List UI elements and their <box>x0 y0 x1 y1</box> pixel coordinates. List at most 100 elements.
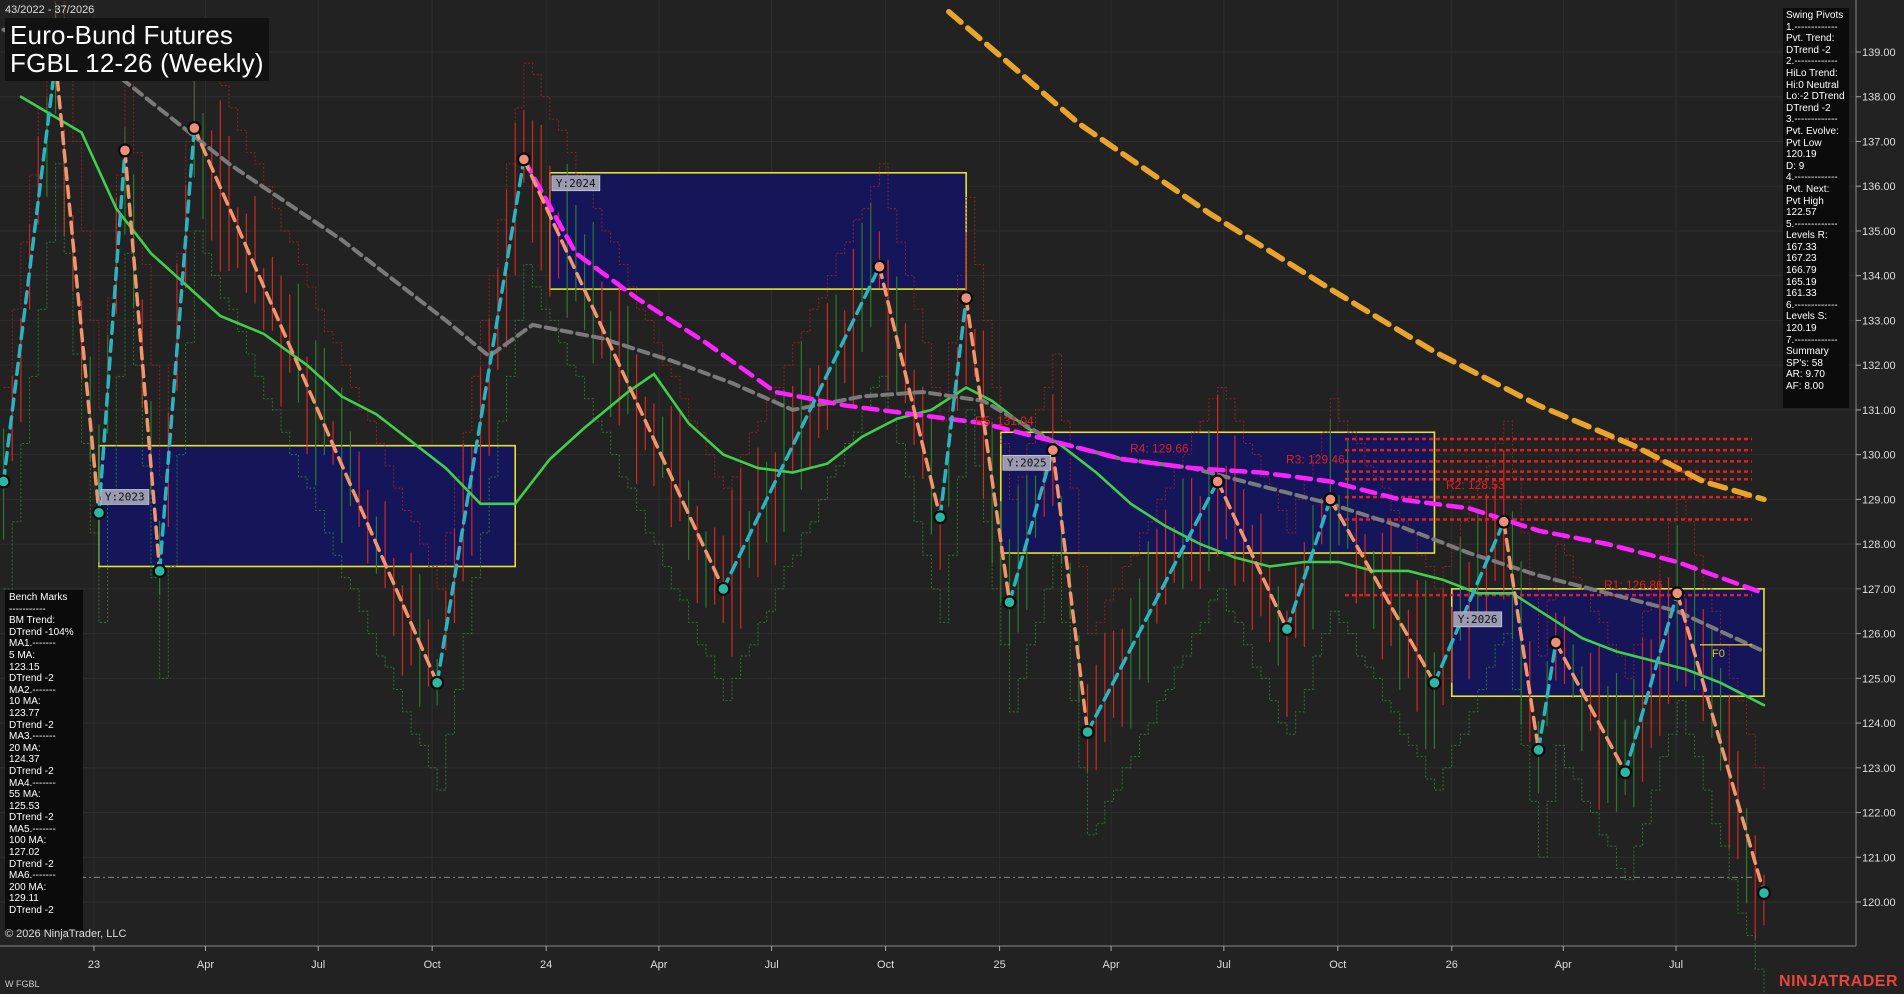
bench_marks_panel-line: DTrend -2 <box>9 765 54 777</box>
swing_pivots_panel-line: DTrend -2 <box>1786 44 1831 56</box>
y-tick-label: 131.00 <box>1862 405 1896 417</box>
y-tick-label: 135.00 <box>1862 226 1896 238</box>
resistance-label: R1: 126.86 <box>1604 578 1663 592</box>
pivot-low-marker <box>1759 888 1769 898</box>
swing-pivots-panel: Swing Pivots 1.------------- Pvt. Trend: DT… <box>1783 8 1849 408</box>
bench_marks_panel-line: MA1.------- <box>9 638 56 650</box>
bench_marks_panel-line: MA3.------- <box>9 731 56 743</box>
swing_pivots_panel-line: AR: 9.70 <box>1786 369 1825 381</box>
swing_pivots_panel-line: Swing Pivots <box>1786 10 1844 21</box>
bench_marks_panel-line: BM Trend: <box>9 615 56 627</box>
pivot-high-marker <box>1672 588 1683 599</box>
swing_pivots_panel-line: 6.------------- <box>1786 299 1838 311</box>
pivot-high-marker <box>1048 445 1058 455</box>
y-tick-label: 128.00 <box>1862 539 1896 551</box>
pivot-low-marker <box>1533 745 1544 755</box>
x-tick-label: 26 <box>1446 959 1458 971</box>
bench_marks_panel-line: DTrend -2 <box>9 673 54 685</box>
resistance-label: R5: 131.04 <box>975 414 1034 428</box>
swing_pivots_panel-line: 122.57 <box>1786 207 1817 219</box>
bench_marks_panel-line: 20 MA: <box>9 742 41 754</box>
bench_marks_panel-line: 5 MA: <box>9 649 36 661</box>
year-box-tag: Y:2025 <box>1002 454 1052 471</box>
y-tick-label: 134.00 <box>1862 271 1896 283</box>
x-tick-label: 25 <box>993 959 1005 971</box>
year-box-label: Y:2024 <box>556 177 596 190</box>
pivot-high-marker <box>1212 476 1223 487</box>
bench_marks_panel-line: 200 MA: <box>9 881 47 893</box>
pivot-high-marker <box>1325 494 1336 505</box>
pivot-low-marker <box>432 677 442 688</box>
y-tick-label: 139.00 <box>1862 47 1896 59</box>
year-box-label: Y:2025 <box>1007 456 1047 469</box>
pivot-high-marker <box>519 154 529 165</box>
instrument-tag: W FGBL <box>5 979 40 989</box>
pivot-low-marker <box>718 584 729 594</box>
x-tick-label: Jul <box>311 959 325 971</box>
y-tick-label: 121.00 <box>1862 852 1896 864</box>
pivot-high-marker <box>874 261 885 272</box>
y-tick-label: 127.00 <box>1862 584 1896 596</box>
year-box-tag: Y:2026 <box>1453 611 1503 628</box>
y-tick-label: 123.00 <box>1862 763 1896 775</box>
bench_marks_panel-line: ----------- <box>9 603 46 615</box>
y-tick-label: 122.00 <box>1862 808 1896 820</box>
resistance-label: R2: 128.53 <box>1446 478 1505 492</box>
swing_pivots_panel-line: 120.19 <box>1786 149 1817 161</box>
swing_pivots_panel-line: 165.19 <box>1786 276 1817 288</box>
swing_pivots_panel-line: 1.------------- <box>1786 21 1838 33</box>
year-box-tag: Y:2023 <box>100 489 150 505</box>
swing_pivots_panel-line: 3.------------- <box>1786 114 1838 126</box>
bench-marks-panel: Bench Marks ----------- BM Trend: DTrend -1… <box>5 590 83 930</box>
bench_marks_panel-line: 123.15 <box>9 661 40 673</box>
bench_marks_panel-line: 10 MA: <box>9 696 41 708</box>
x-tick-label: 23 <box>88 959 100 971</box>
y-tick-label: 136.00 <box>1862 181 1896 193</box>
bench_marks_panel-line: 129.11 <box>9 893 39 905</box>
bench_marks_panel-line: DTrend -2 <box>9 719 54 731</box>
bench_marks_panel-line: 55 MA: <box>9 789 41 801</box>
swing_pivots_panel-line: 167.23 <box>1786 253 1817 265</box>
bench_marks_panel-line: DTrend -2 <box>9 858 54 870</box>
swing_pivots_panel-line: 161.33 <box>1786 288 1817 300</box>
swing_pivots_panel-line: 7.------------- <box>1786 334 1838 346</box>
chart-title-instrument: Euro-Bund Futures <box>10 20 234 50</box>
year-box-label: Y:2023 <box>105 490 145 503</box>
y-tick-label: 120.00 <box>1862 897 1896 909</box>
y-tick-label: 129.00 <box>1862 494 1896 506</box>
swing_pivots_panel-line: 4.------------- <box>1786 172 1838 184</box>
swing_pivots_panel-line: Pvt High <box>1786 195 1824 207</box>
resistance-label: R3: 129.46 <box>1286 453 1345 467</box>
copyright-notice: © 2026 NinjaTrader, LLC <box>5 928 127 940</box>
pivot-high-marker <box>1499 516 1509 527</box>
pivot-low-marker <box>1082 727 1093 737</box>
pivot-low-marker <box>1620 767 1631 778</box>
swing_pivots_panel-line: Pvt Low <box>1786 137 1822 149</box>
swing_pivots_panel-line: SP's: 58 <box>1786 357 1823 369</box>
swing_pivots_panel-line: Levels R: <box>1786 230 1828 242</box>
x-tick-label: Apr <box>650 959 667 971</box>
swing_pivots_panel-line: DTrend -2 <box>1786 102 1831 114</box>
x-tick-label: Oct <box>424 959 441 971</box>
swing_pivots_panel-line: AF: 8.00 <box>1786 381 1824 392</box>
pivot-low-marker <box>1004 597 1015 608</box>
bench_marks_panel-line: MA5.------- <box>9 823 56 835</box>
swing_pivots_panel-line: 166.79 <box>1786 265 1817 277</box>
bench_marks_panel-line: MA2.------- <box>9 684 56 696</box>
bench_marks_panel-line: DTrend -2 <box>9 905 54 917</box>
date-range-label: 43/2022 - 37/2026 <box>5 4 95 16</box>
price-chart[interactable]: Y:2023 Y:2024 Y:2025 Y:2026 R1: 126.86 R2: 12… <box>0 0 1904 994</box>
bench_marks_panel-line: DTrend -104% <box>9 626 74 638</box>
bench_marks_panel-line: DTrend -2 <box>9 812 54 824</box>
chart-title-contract: FGBL 12-26 (Weekly) <box>10 48 264 78</box>
x-tick-label: 24 <box>540 959 552 971</box>
x-tick-label: Apr <box>1555 959 1572 971</box>
year-box <box>549 171 967 290</box>
swing_pivots_panel-line: Lo:-2 DTrend <box>1786 91 1845 103</box>
pivot-high-marker <box>120 145 130 156</box>
x-tick-label: Jul <box>1217 959 1231 971</box>
bench_marks_panel-line: 127.02 <box>9 847 40 859</box>
y-tick-label: 125.00 <box>1862 673 1896 685</box>
swing_pivots_panel-line: Pvt. Evolve: <box>1786 125 1839 137</box>
y-tick-label: 133.00 <box>1862 315 1896 327</box>
